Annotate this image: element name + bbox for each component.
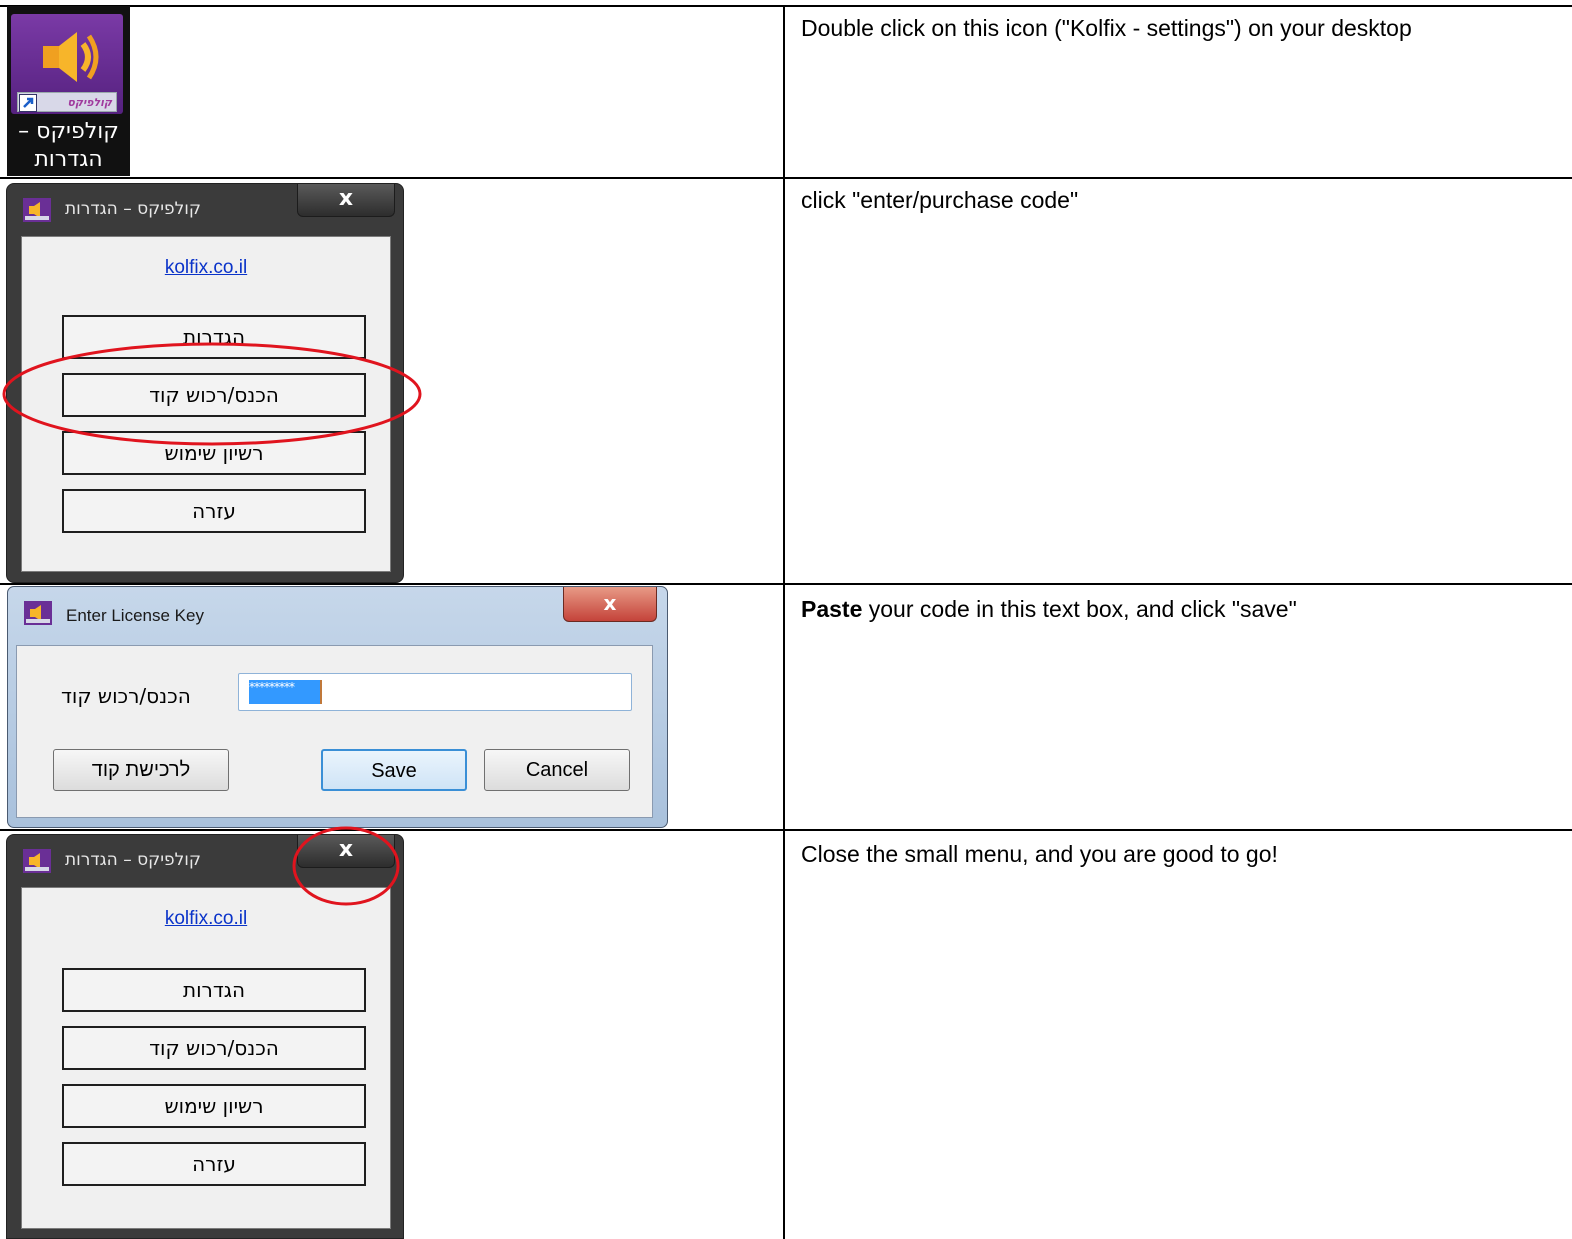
settings-button[interactable]: הגדרות	[62, 968, 366, 1012]
code-field-label: הכנס/רכוש קוד	[61, 684, 191, 708]
buy-code-button[interactable]: לרכישת קוד	[53, 749, 229, 791]
app-icon	[24, 601, 52, 625]
dialog-title: Enter License Key	[66, 606, 204, 625]
license-button[interactable]: רשיון שימוש	[62, 431, 366, 475]
dialog-client-area: הכנס/רכוש קוד ********* לרכישת קוד Save …	[16, 645, 653, 818]
step-1-text: Double click on this icon ("Kolfix - set…	[801, 15, 1412, 41]
close-button[interactable]: x	[297, 184, 395, 217]
enter-purchase-code-button[interactable]: הכנס/רכוש קוד	[62, 1026, 366, 1070]
selected-text: *********	[249, 680, 321, 704]
speaker-icon	[43, 32, 99, 82]
license-key-input[interactable]: *********	[238, 673, 632, 711]
window-title: קולפיקס – הגדרות	[65, 199, 201, 219]
settings-menu-window: קולפיקס – הגדרות x kolfix.co.il הגדרות ה…	[6, 183, 404, 583]
close-button[interactable]: x	[563, 587, 657, 622]
close-button[interactable]: x	[297, 835, 395, 868]
cancel-button[interactable]: Cancel	[484, 749, 630, 791]
text-caret	[320, 680, 322, 704]
window-title: קולפיקס – הגדרות	[65, 850, 201, 870]
app-icon	[23, 849, 51, 873]
title-bar: קולפיקס – הגדרות x	[7, 835, 403, 879]
column-divider	[783, 5, 785, 1239]
row-divider-1	[0, 177, 1572, 179]
window-client-area: kolfix.co.il הגדרות הכנס/רכוש קוד רשיון …	[21, 236, 391, 572]
license-button[interactable]: רשיון שימוש	[62, 1084, 366, 1128]
shortcut-label: קולפיקס – הגדרות	[18, 119, 119, 172]
window-client-area: kolfix.co.il הגדרות הכנס/רכוש קוד רשיון …	[21, 887, 391, 1229]
help-button[interactable]: עזרה	[62, 489, 366, 533]
app-icon	[23, 198, 51, 222]
step-4-text: Close the small menu, and you are good t…	[801, 841, 1278, 867]
row-divider-3	[0, 829, 1572, 831]
step-3-text: Paste your code in this text box, and cl…	[801, 596, 1297, 622]
help-button[interactable]: עזרה	[62, 1142, 366, 1186]
row-divider-2	[0, 583, 1572, 585]
license-key-dialog: Enter License Key x הכנס/רכוש קוד ******…	[7, 586, 668, 828]
website-link[interactable]: kolfix.co.il	[22, 906, 390, 932]
website-link[interactable]: kolfix.co.il	[22, 255, 390, 281]
step-2-text: click "enter/purchase code"	[801, 187, 1079, 213]
settings-menu-window-2: קולפיקס – הגדרות x kolfix.co.il הגדרות ה…	[6, 834, 404, 1239]
table-top-border	[0, 5, 1572, 7]
shortcut-arrow-icon	[19, 94, 37, 112]
desktop-shortcut[interactable]: קולפיקס קולפיקס – הגדרות	[7, 6, 130, 176]
settings-button[interactable]: הגדרות	[62, 315, 366, 359]
save-button[interactable]: Save	[321, 749, 467, 791]
app-tile: קולפיקס	[11, 14, 123, 114]
enter-purchase-code-button[interactable]: הכנס/רכוש קוד	[62, 373, 366, 417]
title-bar: קולפיקס – הגדרות x	[7, 184, 403, 228]
